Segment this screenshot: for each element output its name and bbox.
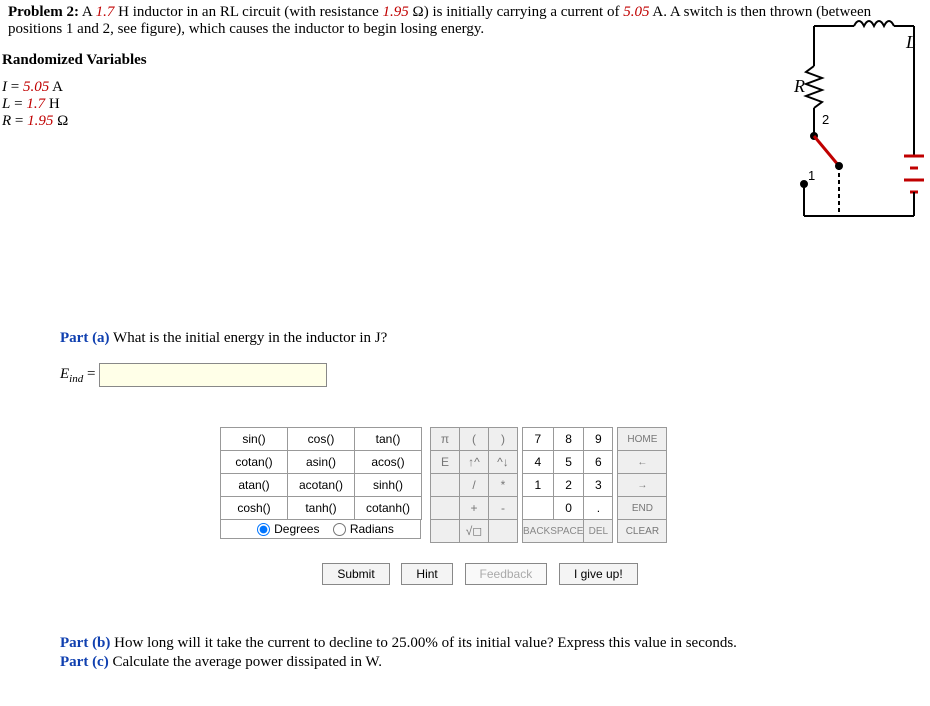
key-9[interactable]: 9 [584, 428, 613, 451]
circuit-pos-2: 2 [822, 112, 829, 127]
key-minus[interactable]: - [489, 497, 518, 520]
circuit-label-r: R [793, 76, 805, 96]
key-blank2[interactable] [431, 497, 460, 520]
key-dot[interactable]: . [584, 497, 613, 520]
key-del[interactable]: DEL [584, 520, 613, 543]
key-lparen[interactable]: ( [460, 428, 489, 451]
problem-number: Problem 2: [8, 4, 79, 20]
key-clear[interactable]: CLEAR [618, 520, 667, 543]
keypad-functions: sin()cos()tan() cotan()asin()acos() atan… [220, 427, 422, 520]
answer-symbol: Eind = [60, 366, 95, 385]
angle-mode-row: Degrees Radians [220, 520, 421, 539]
part-a-question: Part (a) What is the initial energy in t… [60, 330, 870, 347]
key-end[interactable]: END [618, 497, 667, 520]
key-sinh[interactable]: sinh() [355, 474, 422, 497]
keypad: sin()cos()tan() cotan()asin()acos() atan… [220, 427, 740, 585]
key-blank4[interactable] [489, 520, 518, 543]
key-pi[interactable]: π [431, 428, 460, 451]
circuit-diagram: R L 2 1 [694, 6, 924, 226]
key-mul[interactable]: * [489, 474, 518, 497]
key-asin[interactable]: asin() [288, 451, 355, 474]
key-sub[interactable]: ^↓ [489, 451, 518, 474]
key-acos[interactable]: acos() [355, 451, 422, 474]
key-2[interactable]: 2 [553, 474, 584, 497]
key-div[interactable]: / [460, 474, 489, 497]
key-sqrt[interactable]: √◻ [460, 520, 489, 543]
key-cotanh[interactable]: cotanh() [355, 497, 422, 520]
hint-button[interactable]: Hint [401, 563, 452, 585]
key-tan[interactable]: tan() [355, 428, 422, 451]
key-cosh[interactable]: cosh() [221, 497, 288, 520]
key-plus[interactable]: + [460, 497, 489, 520]
key-blank5[interactable] [523, 497, 554, 520]
key-5[interactable]: 5 [553, 451, 584, 474]
key-cotan[interactable]: cotan() [221, 451, 288, 474]
giveup-button[interactable]: I give up! [559, 563, 638, 585]
key-right[interactable]: → [618, 474, 667, 497]
key-rparen[interactable]: ) [489, 428, 518, 451]
key-4[interactable]: 4 [523, 451, 554, 474]
key-3[interactable]: 3 [584, 474, 613, 497]
key-cos[interactable]: cos() [288, 428, 355, 451]
feedback-button: Feedback [465, 563, 548, 585]
key-left[interactable]: ← [618, 451, 667, 474]
part-c: Part (c) Calculate the average power dis… [60, 654, 870, 671]
submit-button[interactable]: Submit [322, 563, 389, 585]
keypad-nav: HOME ← → END CLEAR [617, 427, 667, 543]
key-atan[interactable]: atan() [221, 474, 288, 497]
action-row: Submit Hint Feedback I give up! [220, 563, 740, 585]
circuit-label-l: L [905, 32, 916, 52]
key-acotan[interactable]: acotan() [288, 474, 355, 497]
key-tanh[interactable]: tanh() [288, 497, 355, 520]
key-8[interactable]: 8 [553, 428, 584, 451]
key-sin[interactable]: sin() [221, 428, 288, 451]
part-b: Part (b) How long will it take the curre… [60, 635, 870, 652]
keypad-symbols: π() E↑^^↓ /* +- √◻ [430, 427, 518, 543]
keypad-numbers: 789 456 123 0. BACKSPACEDEL [522, 427, 613, 543]
answer-input[interactable] [99, 363, 327, 387]
key-0[interactable]: 0 [553, 497, 584, 520]
key-blank3[interactable] [431, 520, 460, 543]
degrees-radio[interactable]: Degrees [247, 522, 319, 536]
radians-radio[interactable]: Radians [323, 522, 394, 536]
key-7[interactable]: 7 [523, 428, 554, 451]
circuit-pos-1: 1 [808, 168, 815, 183]
key-6[interactable]: 6 [584, 451, 613, 474]
key-1[interactable]: 1 [523, 474, 554, 497]
key-home[interactable]: HOME [618, 428, 667, 451]
key-blank1[interactable] [431, 474, 460, 497]
key-e[interactable]: E [431, 451, 460, 474]
key-backspace[interactable]: BACKSPACE [523, 520, 584, 543]
key-sup[interactable]: ↑^ [460, 451, 489, 474]
